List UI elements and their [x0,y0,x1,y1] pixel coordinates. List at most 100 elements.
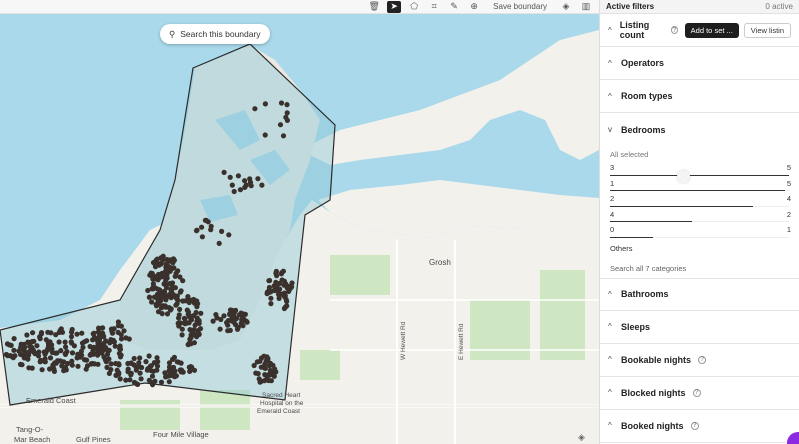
listing-marker[interactable] [146,294,152,300]
listing-marker[interactable] [128,372,134,378]
listing-marker[interactable] [159,311,165,317]
listing-marker[interactable] [125,366,131,372]
listing-marker[interactable] [126,336,132,342]
listing-marker[interactable] [154,256,160,262]
listing-marker[interactable] [225,318,231,324]
listing-marker[interactable] [189,313,195,319]
listing-marker[interactable] [50,364,56,370]
listing-marker[interactable] [284,102,290,108]
listing-marker[interactable] [152,285,158,291]
add-to-set-button[interactable]: Add to set ... [684,22,739,38]
listing-marker[interactable] [157,274,163,280]
listing-marker[interactable] [281,282,287,288]
listing-marker[interactable] [273,268,279,274]
listing-marker[interactable] [198,310,204,316]
listing-marker[interactable] [235,173,241,179]
listing-marker[interactable] [280,268,286,274]
listing-marker[interactable] [149,373,156,379]
listing-marker[interactable] [154,367,160,373]
search-all-categories-link[interactable]: Search all 7 categories [610,258,789,278]
bedroom-option-row[interactable]: 42 [610,209,791,225]
listing-marker[interactable] [53,332,59,338]
listing-marker[interactable] [96,338,102,344]
listing-marker[interactable] [18,351,24,357]
listing-marker[interactable] [156,262,162,268]
listing-marker[interactable] [160,253,166,259]
listing-marker[interactable] [203,217,209,223]
listing-marker[interactable] [289,284,295,290]
bedroom-option-row[interactable]: 24 [610,193,791,209]
drag-handle[interactable] [677,170,690,183]
listing-marker[interactable] [178,288,184,294]
listing-marker[interactable] [11,336,17,342]
listing-marker[interactable] [264,289,270,295]
listing-marker[interactable] [257,379,263,385]
section-blocked-nights[interactable]: ^ Blocked nights ? [600,377,799,410]
listing-marker[interactable] [156,293,162,299]
listing-marker[interactable] [170,284,176,290]
listing-marker[interactable] [27,348,33,354]
listing-marker[interactable] [74,331,80,337]
listing-marker[interactable] [194,304,200,310]
listing-marker[interactable] [113,372,119,378]
listing-marker[interactable] [177,306,183,312]
listing-marker[interactable] [155,359,161,365]
listing-marker[interactable] [180,369,186,375]
section-room-types[interactable]: ^ Room types [600,80,799,113]
bedroom-option-row[interactable]: 35 [610,162,791,178]
listing-marker[interactable] [112,343,118,349]
listing-marker[interactable] [19,362,25,368]
listing-marker[interactable] [106,356,112,362]
listing-marker[interactable] [221,313,227,319]
listing-marker[interactable] [146,353,152,359]
listing-marker[interactable] [213,312,219,318]
listing-marker[interactable] [268,295,274,301]
listing-marker[interactable] [145,287,151,294]
listing-marker[interactable] [127,377,133,383]
listing-marker[interactable] [49,349,56,356]
listing-marker[interactable] [18,344,24,350]
layers-toggle-icon[interactable]: ◈ [578,432,585,443]
listing-marker[interactable] [108,361,114,367]
listing-marker[interactable] [176,323,182,329]
listing-marker[interactable] [163,261,169,267]
listing-marker[interactable] [258,364,264,370]
listing-marker[interactable] [150,276,156,282]
listing-marker[interactable] [79,330,85,336]
listing-marker[interactable] [267,360,273,366]
listing-marker[interactable] [48,330,54,336]
listing-marker[interactable] [163,304,169,310]
listing-marker[interactable] [232,322,239,328]
listing-marker[interactable] [164,311,171,317]
listing-marker[interactable] [216,240,222,246]
listing-marker[interactable] [25,356,31,362]
listing-marker[interactable] [69,362,75,368]
listing-marker[interactable] [71,343,77,349]
listing-marker[interactable] [68,334,75,340]
section-bathrooms[interactable]: ^ Bathrooms [600,277,799,311]
listing-marker[interactable] [51,368,58,374]
section-sleeps[interactable]: ^ Sleeps [600,311,799,344]
listing-marker[interactable] [145,365,152,371]
map-icon[interactable]: ▥ [579,1,593,13]
listing-marker[interactable] [69,329,75,335]
listing-marker[interactable] [194,315,200,321]
bedroom-option-row[interactable]: 15 [610,178,791,194]
listing-marker[interactable] [75,363,81,369]
listing-marker[interactable] [117,346,123,352]
listing-marker[interactable] [267,367,273,373]
listing-marker[interactable] [45,346,51,352]
listing-marker[interactable] [135,381,141,387]
listing-marker[interactable] [247,179,254,185]
trash-icon[interactable]: 🗑 [367,1,381,13]
listing-marker[interactable] [152,378,158,384]
listing-marker[interactable] [115,319,121,325]
listing-marker[interactable] [57,358,64,364]
listing-marker[interactable] [75,351,81,357]
cursor-icon[interactable]: ➤ [387,0,402,13]
listing-marker[interactable] [29,330,36,336]
listing-marker[interactable] [185,294,191,300]
listing-marker[interactable] [11,347,17,353]
listing-marker[interactable] [187,336,193,342]
listing-marker[interactable] [137,370,143,376]
